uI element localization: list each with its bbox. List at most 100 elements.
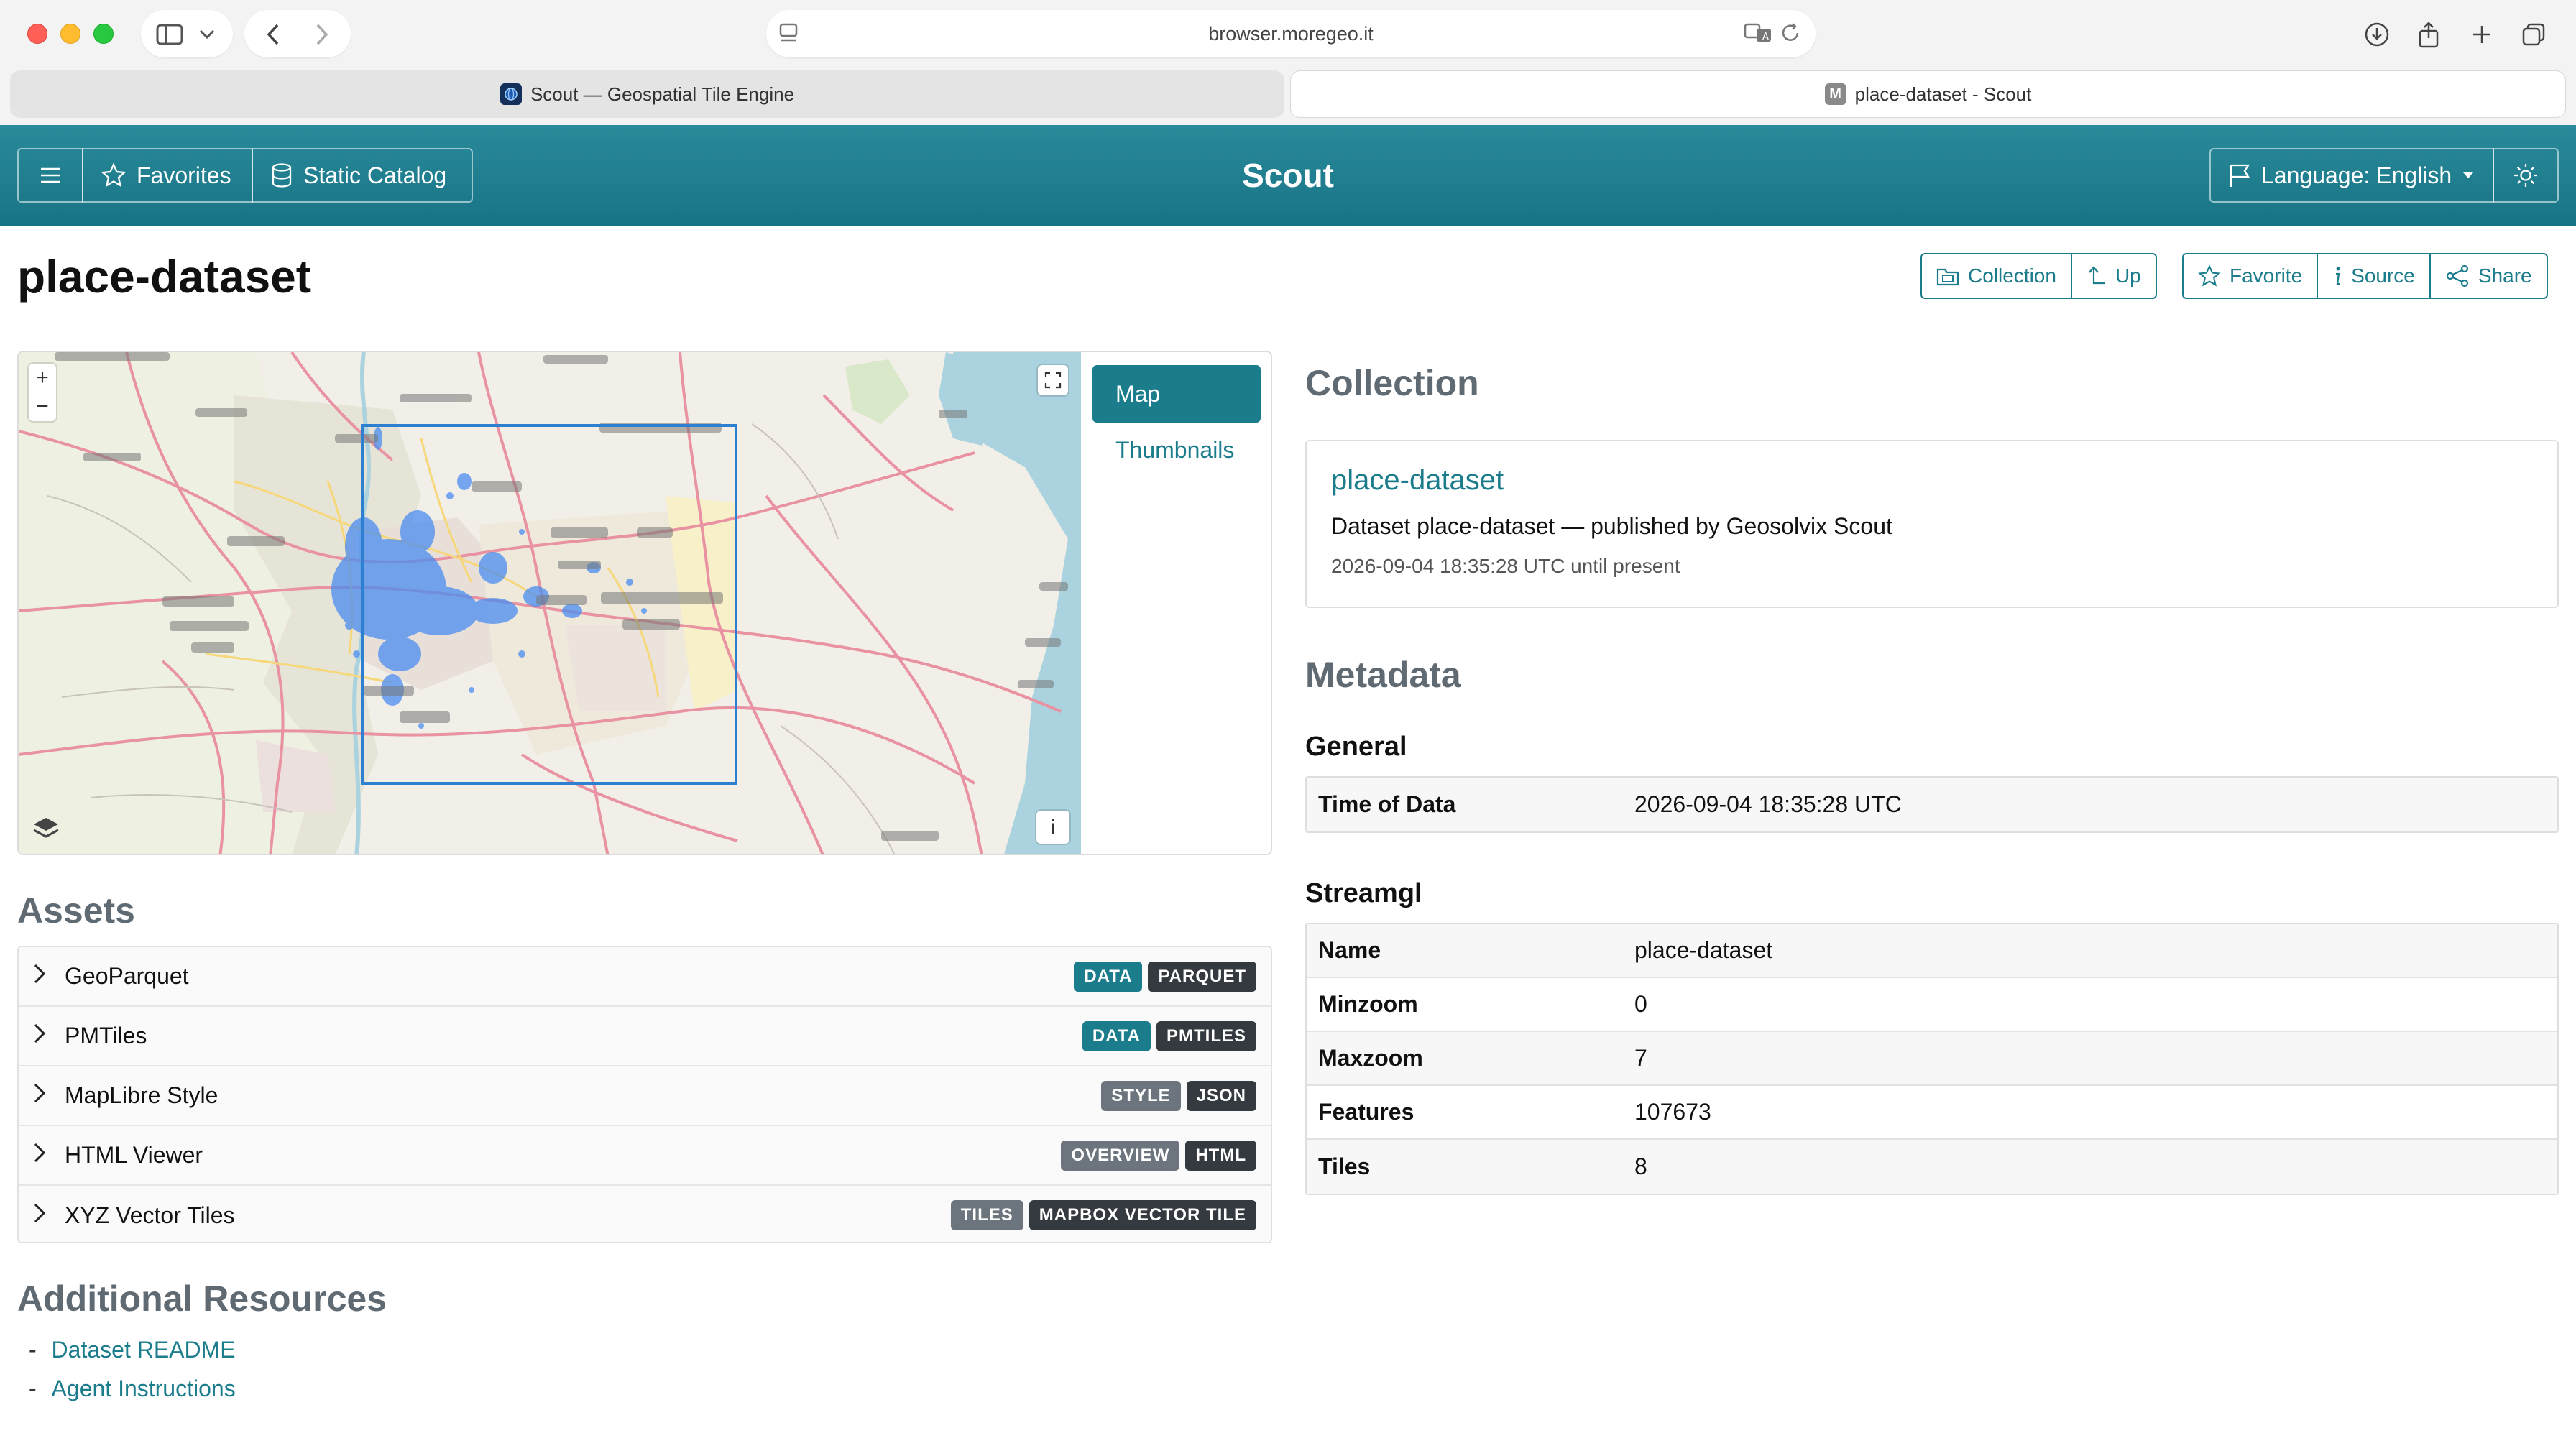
fullscreen-icon (1044, 372, 1062, 389)
general-metadata-table: Time of Data 2026-09-04 18:35:28 UTC (1305, 776, 2559, 833)
agent-instructions-link[interactable]: Agent Instructions (52, 1376, 236, 1401)
share-sheet-icon[interactable] (2414, 13, 2444, 56)
metadata-key: Features (1318, 1099, 1414, 1125)
assets-list: GeoParquet DATA PARQUET PMTiles DATA PMTILES M… (17, 946, 1272, 1243)
info-icon (2336, 267, 2341, 285)
thumbnails-tab[interactable]: Thumbnails (1116, 437, 1234, 464)
asset-row[interactable]: HTML Viewer OVERVIEW HTML (19, 1126, 1271, 1186)
sun-icon (2514, 164, 2537, 187)
fullscreen-button[interactable] (1038, 365, 1068, 395)
tab-favicon: M (1824, 83, 1846, 105)
asset-row[interactable]: GeoParquet DATA PARQUET (19, 947, 1271, 1007)
menu-button[interactable] (17, 148, 83, 203)
sidebar-icon[interactable] (151, 13, 188, 56)
map-tab[interactable]: Map (1092, 365, 1261, 423)
asset-row[interactable]: MapLibre Style STYLE JSON (19, 1066, 1271, 1126)
collection-time-range: 2026-09-04 18:35:28 UTC until present (1331, 555, 1680, 577)
asset-row[interactable]: PMTiles DATA PMTILES (19, 1007, 1271, 1066)
chevron-right-icon (33, 1023, 62, 1050)
asset-badge: HTML (1185, 1141, 1256, 1171)
layers-button[interactable] (27, 809, 65, 847)
collection-title-link[interactable]: place-dataset (1331, 464, 1504, 497)
metadata-value: 8 (1634, 1153, 1647, 1179)
tab-title: place-dataset - Scout (1854, 83, 2032, 105)
favorite-button[interactable]: Favorite (2182, 253, 2319, 299)
asset-badges: DATA PARQUET (1068, 962, 1256, 992)
asset-badge: PMTILES (1156, 1021, 1256, 1051)
layers-icon (33, 818, 59, 838)
asset-badges: STYLE JSON (1095, 1081, 1256, 1111)
flag-icon (2230, 164, 2250, 187)
minimize-window-button[interactable] (60, 24, 80, 44)
map-info-button[interactable]: i (1036, 811, 1070, 844)
dataset-readme-link[interactable]: Dataset README (52, 1337, 236, 1363)
browser-chrome: browser.moregeo.it A Scout — Geospatial … (0, 0, 2576, 125)
arrow-up-icon (2089, 266, 2105, 285)
zoom-window-button[interactable] (93, 24, 114, 44)
metadata-value: place-dataset (1634, 937, 1773, 963)
table-row: Maxzoom 7 (1307, 1032, 2557, 1086)
map-canvas[interactable]: + − i (19, 352, 1081, 854)
streamgl-heading: Streamgl (1305, 878, 1422, 908)
source-button[interactable]: Source (2317, 253, 2431, 299)
browser-titlebar: browser.moregeo.it A (0, 0, 2576, 69)
browser-tab-scout[interactable]: Scout — Geospatial Tile Engine (10, 70, 1284, 118)
asset-name: XYZ Vector Tiles (65, 1202, 235, 1228)
tab-title: Scout — Geospatial Tile Engine (530, 83, 795, 105)
close-window-button[interactable] (27, 24, 47, 44)
resource-item: - Agent Instructions (29, 1376, 236, 1402)
asset-row[interactable]: XYZ Vector Tiles TILES MAPBOX VECTOR TILE (19, 1186, 1271, 1242)
navigation-button-group: Collection Up (1920, 253, 2157, 299)
asset-badge: MAPBOX VECTOR TILE (1029, 1200, 1256, 1230)
share-icon (2446, 264, 2468, 287)
back-icon[interactable] (254, 13, 292, 56)
asset-badge: STYLE (1101, 1081, 1181, 1111)
language-label: Language: English (2261, 162, 2452, 188)
tab-overview-icon[interactable] (2518, 13, 2549, 56)
zoom-control: + − (29, 364, 56, 421)
theme-toggle-button[interactable] (2493, 148, 2559, 203)
collection-button[interactable]: Collection (1920, 253, 2072, 299)
browser-tabs: Scout — Geospatial Tile Engine M place-d… (10, 70, 2566, 118)
collection-card: place-dataset Dataset place-dataset — pu… (1305, 440, 2559, 608)
collection-heading: Collection (1305, 363, 1479, 403)
downloads-icon[interactable] (2362, 13, 2392, 56)
table-row: Name place-dataset (1307, 924, 2557, 978)
page-title: place-dataset (17, 251, 312, 303)
table-row: Minzoom 0 (1307, 978, 2557, 1032)
app-header: Favorites Static Catalog Scout Language:… (0, 125, 2576, 226)
metadata-key: Minzoom (1318, 991, 1418, 1017)
map-view-tabs: Map Thumbnails (1081, 352, 1271, 854)
asset-name: PMTiles (65, 1023, 147, 1049)
streamgl-metadata-table: Name place-dataset Minzoom 0 Maxzoom 7 Feature… (1305, 923, 2559, 1195)
forward-icon[interactable] (303, 13, 341, 56)
up-button[interactable]: Up (2070, 253, 2157, 299)
actions-button-group: Favorite Source Share (2182, 253, 2548, 299)
asset-badge: TILES (950, 1200, 1024, 1230)
static-catalog-label: Static Catalog (303, 162, 447, 188)
scout-globe-icon (500, 83, 522, 105)
asset-badge: DATA (1082, 1021, 1151, 1051)
metadata-key: Maxzoom (1318, 1045, 1423, 1071)
asset-badges: OVERVIEW HTML (1055, 1141, 1256, 1171)
zoom-out-button[interactable]: − (36, 392, 49, 421)
language-dropdown[interactable]: Language: English (2209, 148, 2494, 203)
translate-icon[interactable]: A (1744, 19, 1772, 47)
metadata-value: 2026-09-04 18:35:28 UTC (1634, 791, 1902, 817)
new-tab-icon[interactable] (2467, 13, 2497, 56)
address-url: browser.moregeo.it (1208, 22, 1374, 45)
browser-tab-place-dataset[interactable]: M place-dataset - Scout (1290, 70, 2566, 118)
asset-badge: DATA (1074, 962, 1143, 992)
list-dash: - (29, 1376, 37, 1401)
general-heading: General (1305, 732, 1407, 762)
share-button[interactable]: Share (2429, 253, 2548, 299)
static-catalog-button[interactable]: Static Catalog (252, 148, 473, 203)
reload-icon[interactable] (1780, 19, 1801, 47)
favorites-label: Favorites (137, 162, 231, 188)
table-row: Features 107673 (1307, 1086, 2557, 1140)
chevron-down-icon[interactable] (191, 13, 223, 56)
star-icon (101, 162, 126, 188)
favorites-button[interactable]: Favorites (82, 148, 253, 203)
zoom-in-button[interactable]: + (36, 364, 49, 392)
assets-heading: Assets (17, 890, 135, 931)
